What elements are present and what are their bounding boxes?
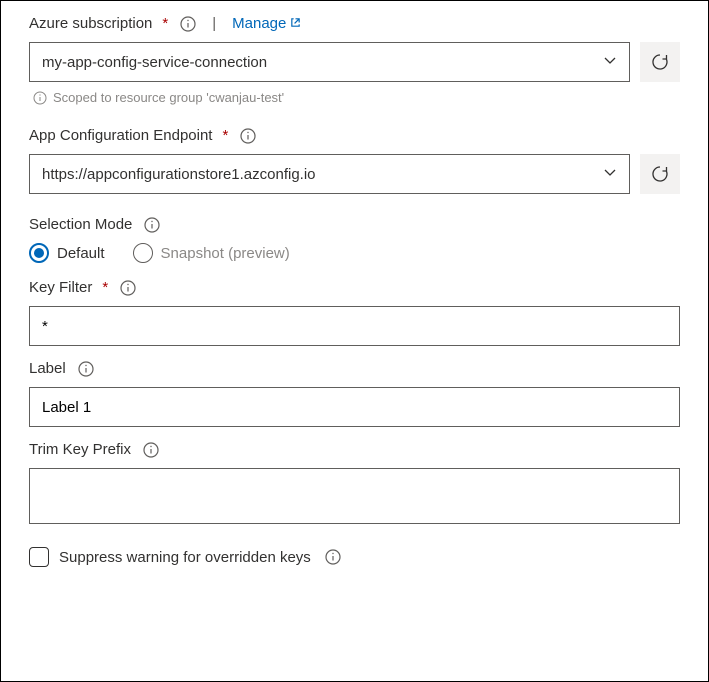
azure-subscription-select[interactable]: my-app-config-service-connection [29, 42, 630, 82]
info-icon[interactable] [78, 361, 94, 377]
label-row: App Configuration Endpoint * [29, 127, 680, 144]
required-mark: * [162, 15, 168, 32]
app-config-form: Azure subscription * | Manage my-app-con… [0, 0, 709, 682]
selection-mode-radios: Default Snapshot (preview) [29, 243, 680, 263]
info-icon[interactable] [120, 280, 136, 296]
selection-mode-label: Selection Mode [29, 216, 132, 233]
label-row: Label [29, 360, 680, 377]
trim-prefix-label: Trim Key Prefix [29, 441, 131, 458]
radio-default-label: Default [57, 245, 105, 262]
label-field-label: Label [29, 360, 66, 377]
label-row: Trim Key Prefix [29, 441, 680, 458]
endpoint-value: https://appconfigurationstore1.azconfig.… [42, 166, 316, 183]
field-selection-mode: Selection Mode Default Snapshot (preview… [29, 216, 680, 263]
manage-link-text: Manage [232, 15, 286, 32]
suppress-checkbox[interactable] [29, 547, 49, 567]
field-endpoint: App Configuration Endpoint * https://app… [29, 127, 680, 194]
radio-snapshot[interactable]: Snapshot (preview) [133, 243, 290, 263]
key-filter-input[interactable] [29, 306, 680, 346]
separator: | [212, 15, 216, 32]
info-icon[interactable] [143, 442, 159, 458]
required-mark: * [102, 279, 108, 296]
info-icon[interactable] [144, 217, 160, 233]
radio-button [29, 243, 49, 263]
required-mark: * [222, 127, 228, 144]
refresh-subscription-button[interactable] [640, 42, 680, 82]
suppress-label: Suppress warning for overridden keys [59, 549, 311, 566]
info-icon[interactable] [180, 16, 196, 32]
field-trim-prefix: Trim Key Prefix [29, 441, 680, 527]
info-icon [33, 91, 47, 105]
label-row: Azure subscription * | Manage [29, 15, 680, 32]
endpoint-label: App Configuration Endpoint [29, 127, 212, 144]
endpoint-select[interactable]: https://appconfigurationstore1.azconfig.… [29, 154, 630, 194]
azure-subscription-value: my-app-config-service-connection [42, 54, 267, 71]
label-input[interactable] [29, 387, 680, 427]
input-row: https://appconfigurationstore1.azconfig.… [29, 154, 680, 194]
azure-subscription-label: Azure subscription [29, 15, 152, 32]
radio-default[interactable]: Default [29, 243, 105, 263]
key-filter-label: Key Filter [29, 279, 92, 296]
field-azure-subscription: Azure subscription * | Manage my-app-con… [29, 15, 680, 105]
input-row: my-app-config-service-connection [29, 42, 680, 82]
chevron-down-icon [603, 165, 617, 183]
manage-link[interactable]: Manage [232, 15, 301, 32]
subscription-hint-text: Scoped to resource group 'cwanjau-test' [53, 90, 284, 105]
info-icon[interactable] [240, 128, 256, 144]
suppress-row: Suppress warning for overridden keys [29, 547, 680, 567]
field-label: Label [29, 360, 680, 427]
radio-button [133, 243, 153, 263]
external-link-icon [290, 15, 301, 32]
label-row: Key Filter * [29, 279, 680, 296]
chevron-down-icon [603, 53, 617, 71]
trim-prefix-input[interactable] [29, 468, 680, 524]
subscription-hint: Scoped to resource group 'cwanjau-test' [29, 90, 680, 105]
label-row: Selection Mode [29, 216, 680, 233]
info-icon[interactable] [325, 549, 341, 565]
radio-snapshot-label: Snapshot (preview) [161, 245, 290, 262]
refresh-endpoint-button[interactable] [640, 154, 680, 194]
field-key-filter: Key Filter * [29, 279, 680, 346]
